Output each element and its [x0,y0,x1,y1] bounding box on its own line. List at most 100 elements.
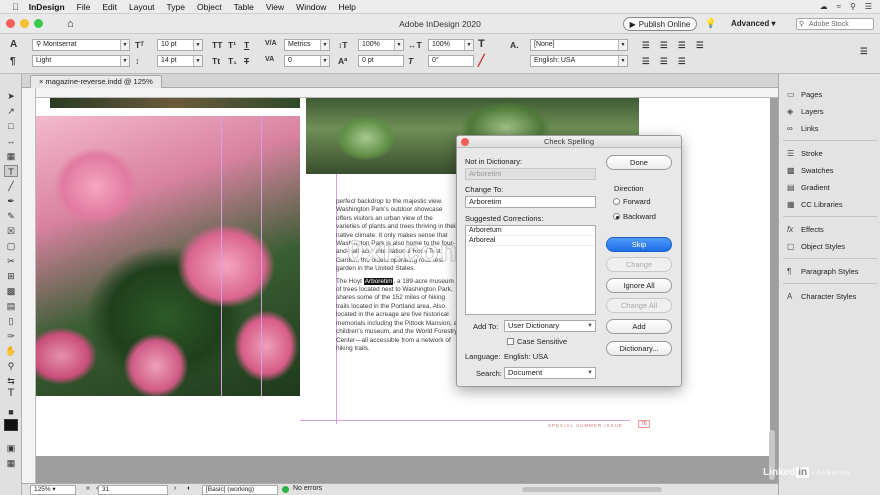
forward-radio[interactable]: Forward [613,197,651,206]
character-formatting-icon[interactable]: A [10,39,17,50]
apple-icon[interactable]:  [12,2,19,12]
search-scope-select[interactable]: Document ▼ [504,367,596,379]
document-tab[interactable]: × magazine-reverse.indd @ 125% [30,75,162,88]
panel-paragraph-styles[interactable]: ¶ Paragraph Styles [779,264,880,278]
control-panel-menu-icon[interactable]: ☰ [860,46,868,57]
justify-all-icon[interactable]: ☰ [678,56,686,67]
next-page-icon[interactable]: › [174,485,176,492]
suggestions-list[interactable]: Arboretum Arboreal [465,225,596,315]
subscript-icon[interactable]: T₁ [228,56,237,66]
menu-type[interactable]: Type [167,2,185,12]
page-number-field[interactable]: 31 [98,485,168,495]
leading-field[interactable]: 14 pt ▼ [157,55,203,67]
panel-swatches[interactable]: ▩ Swatches [779,163,880,177]
gradient-swatch-tool-icon[interactable]: ▩ [4,285,18,297]
font-family-field[interactable]: ⚲ Montserrat ▼ [32,39,130,51]
panel-layers[interactable]: ◈ Layers [779,104,880,118]
publish-online-button[interactable]: ▶ Publish Online [623,17,697,31]
add-to-select[interactable]: User Dictionary ▼ [504,320,596,332]
language-field[interactable]: English: USA ▼ [530,55,628,67]
menu-indesign[interactable]: InDesign [29,2,65,12]
justify-center-icon[interactable]: ☰ [660,56,668,67]
menu-file[interactable]: File [77,2,91,12]
rectangle-frame-tool-icon[interactable]: ☒ [4,225,18,237]
misspelled-word-highlight[interactable]: Arboretim [363,277,394,285]
panel-cc-libraries[interactable]: ▦ CC Libraries [779,197,880,211]
gradient-feather-tool-icon[interactable]: ▤ [4,300,18,312]
eyedropper-tool-icon[interactable]: ✑ [4,330,18,342]
panel-pages[interactable]: ▭ Pages [779,87,880,101]
menu-layout[interactable]: Layout [129,2,155,12]
page-tool-icon[interactable]: □ [4,120,18,132]
backward-radio[interactable]: Backward [613,212,656,221]
panel-gradient[interactable]: ▤ Gradient [779,180,880,194]
rectangle-tool-icon[interactable]: ▢ [4,240,18,252]
menu-table[interactable]: Table [234,2,254,12]
close-window-icon[interactable] [6,19,15,28]
case-sensitive-checkbox[interactable] [507,338,514,345]
scissors-tool-icon[interactable]: ✂ [4,255,18,267]
menu-edit[interactable]: Edit [102,2,117,12]
menu-window[interactable]: Window [296,2,326,12]
horizontal-scrollbar[interactable] [522,487,662,492]
panel-effects[interactable]: fx Effects [779,222,880,236]
selection-tool-icon[interactable]: ➤ [4,90,18,102]
justify-icon[interactable]: ☰ [696,40,704,51]
add-button[interactable]: Add [606,319,672,334]
note-tool-icon[interactable]: ▯ [4,315,18,327]
dialog-title-bar[interactable]: Check Spelling [457,136,681,148]
gap-tool-icon[interactable]: ↔ [4,135,18,147]
type-tool-icon[interactable]: T [4,165,18,177]
align-center-icon[interactable]: ☰ [660,40,668,51]
suggestion-item[interactable]: Arboretum [466,226,595,236]
search-icon[interactable]: ⚲ [850,2,856,11]
zoom-level-field[interactable]: 125% ▾ [30,485,76,495]
free-transform-tool-icon[interactable]: ⊞ [4,270,18,282]
pen-tool-icon[interactable]: ✒ [4,195,18,207]
workspace-switcher[interactable]: Advanced ▾ [731,19,775,28]
underline-icon[interactable]: T [244,40,249,50]
zoom-tool-icon[interactable]: ⚲ [4,360,18,372]
pencil-tool-icon[interactable]: ✎ [4,210,18,222]
align-left-icon[interactable]: ☰ [642,40,650,51]
preview-mode-icon[interactable]: ▦ [4,457,18,469]
stroke-type-icon[interactable]: ╱ [478,54,485,67]
horizontal-ruler[interactable] [36,88,778,98]
done-button[interactable]: Done [606,155,672,170]
justify-left-icon[interactable]: ☰ [642,56,650,67]
content-collector-icon[interactable]: ▦ [4,150,18,162]
formatting-affects-text-icon[interactable]: T [4,387,18,399]
swap-fill-stroke-icon[interactable]: ⇆ [4,375,18,387]
preflight-profile-field[interactable]: [Basic] (working) [202,485,278,495]
panel-stroke[interactable]: ☰ Stroke [779,146,880,160]
close-dialog-icon[interactable] [461,138,469,146]
change-to-input[interactable]: Arboretim [465,196,596,208]
fill-type-icon[interactable]: T [478,38,485,50]
strikethrough-icon[interactable]: T [244,56,249,66]
suggestion-item[interactable]: Arboreal [466,236,595,246]
ignore-all-button[interactable]: Ignore All [606,278,672,293]
baseline-shift-field[interactable]: 0 pt [358,55,404,67]
home-icon[interactable]: ⌂ [67,18,74,30]
open-page-icon[interactable]: ◐ [187,485,191,492]
line-tool-icon[interactable]: ╱ [4,180,18,192]
vertical-scale-field[interactable]: 100% ▼ [358,39,404,51]
apply-color-icon[interactable]: ■ [4,406,18,418]
change-all-button[interactable]: Change All [606,298,672,313]
wifi-icon[interactable]: ≈ [837,2,841,11]
menu-view[interactable]: View [266,2,284,12]
creative-cloud-icon[interactable]: ☁ [820,2,828,11]
paragraph-formatting-icon[interactable]: ¶ [10,56,16,67]
menu-list-icon[interactable]: ☰ [865,2,872,11]
screen-mode-icon[interactable]: ▣ [4,442,18,454]
horizontal-scale-field[interactable]: 100% ▼ [428,39,474,51]
font-style-field[interactable]: Light ▼ [32,55,130,67]
vertical-ruler[interactable] [22,88,36,483]
skew-field[interactable]: 0° [428,55,474,67]
menu-object[interactable]: Object [197,2,222,12]
fill-stroke-swatch-icon[interactable] [4,419,18,431]
character-style-field[interactable]: [None] ▼ [530,39,628,51]
direct-selection-tool-icon[interactable]: ↗ [4,105,18,117]
body-text-frame[interactable]: perfect backdrop to the majestic view. W… [336,198,458,408]
panel-character-styles[interactable]: A Character Styles [779,289,880,303]
